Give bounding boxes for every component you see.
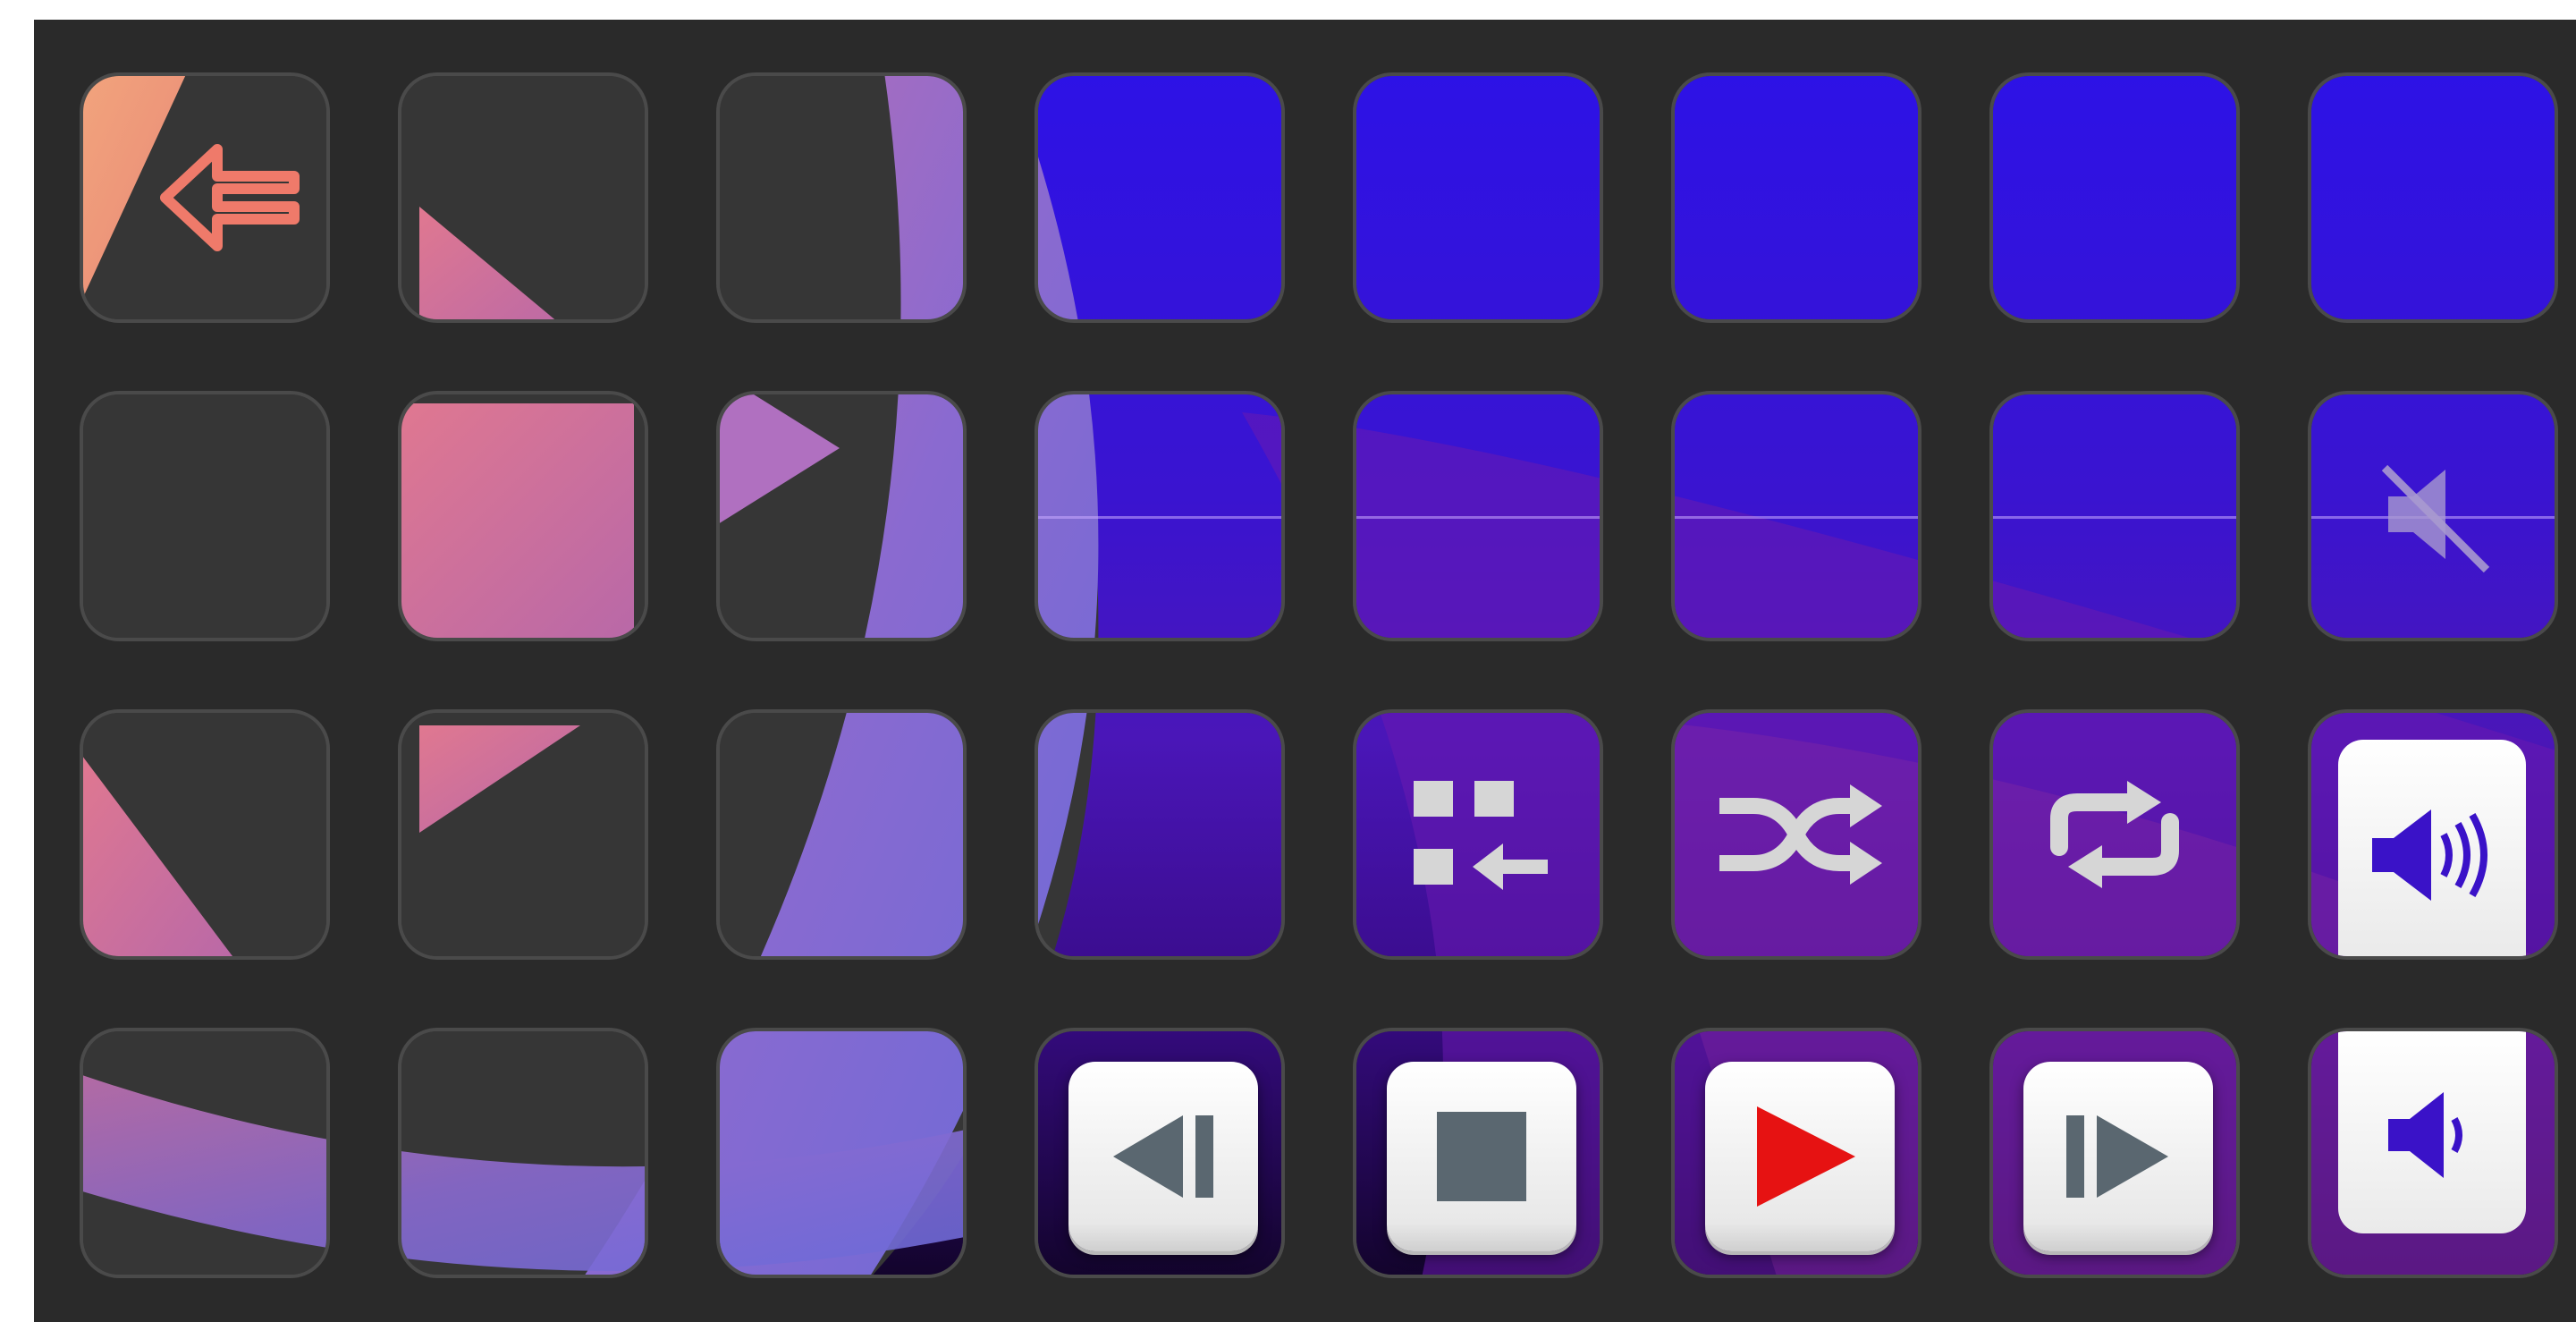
empty-key-r2-c2[interactable]	[398, 391, 648, 641]
empty-key-r2-c3[interactable]	[716, 391, 967, 641]
back-arrow-icon	[83, 76, 326, 319]
add-to-queue-key[interactable]	[1353, 709, 1603, 960]
previous-track-key[interactable]	[1035, 1028, 1285, 1278]
key-background-art	[1038, 76, 1281, 319]
previous-track-button[interactable]	[1068, 1062, 1258, 1251]
empty-key-r1-c8[interactable]	[2308, 72, 2558, 323]
key-background-art	[720, 1031, 963, 1275]
key-background-art	[83, 394, 326, 638]
key-background-art	[720, 394, 963, 638]
empty-key-r3-c4[interactable]	[1035, 709, 1285, 960]
key-background-art	[401, 76, 645, 319]
key-background-art	[83, 713, 326, 956]
empty-key-r1-c4[interactable]	[1035, 72, 1285, 323]
key-background-art	[401, 713, 645, 956]
empty-key-r4-c3[interactable]	[716, 1028, 967, 1278]
empty-key-r2-c7[interactable]	[1989, 391, 2240, 641]
divider-line	[1675, 516, 1918, 519]
empty-key-r1-c5[interactable]	[1353, 72, 1603, 323]
volume-down-icon	[2338, 1092, 2526, 1237]
volume-up-key[interactable]	[2308, 709, 2558, 960]
shuffle-key[interactable]	[1671, 709, 1921, 960]
key-background-art	[1038, 713, 1281, 956]
empty-key-r1-c3[interactable]	[716, 72, 967, 323]
empty-key-r2-c5[interactable]	[1353, 391, 1603, 641]
add-to-queue-icon	[1356, 713, 1600, 956]
empty-key-r1-c7[interactable]	[1989, 72, 2240, 323]
key-background-art	[720, 76, 963, 319]
volume-down-button[interactable]	[2338, 1031, 2526, 1233]
play-key[interactable]	[1671, 1028, 1921, 1278]
mute-icon	[2311, 394, 2555, 638]
key-background-art	[1675, 76, 1918, 319]
play-button[interactable]	[1705, 1062, 1895, 1251]
key-background-art	[1993, 76, 2236, 319]
empty-key-r3-c1[interactable]	[80, 709, 330, 960]
key-background-art	[2311, 76, 2555, 319]
key-background-art	[1356, 76, 1600, 319]
next-track-key[interactable]	[1989, 1028, 2240, 1278]
mute-key[interactable]	[2308, 391, 2558, 641]
key-background-art	[401, 394, 645, 638]
shuffle-icon	[1675, 713, 1918, 956]
empty-key-r3-c2[interactable]	[398, 709, 648, 960]
empty-key-r2-c1[interactable]	[80, 391, 330, 641]
empty-key-r4-c2[interactable]	[398, 1028, 648, 1278]
key-grid	[80, 72, 2562, 1282]
empty-key-r2-c4[interactable]	[1035, 391, 1285, 641]
divider-line	[1993, 516, 2236, 519]
volume-down-key[interactable]	[2308, 1028, 2558, 1278]
key-background-art	[720, 713, 963, 956]
empty-key-r4-c1[interactable]	[80, 1028, 330, 1278]
volume-up-icon	[2338, 809, 2526, 956]
repeat-key[interactable]	[1989, 709, 2240, 960]
key-background-art	[401, 1031, 645, 1275]
repeat-icon	[1993, 713, 2236, 956]
back-key[interactable]	[80, 72, 330, 323]
stop-button[interactable]	[1387, 1062, 1576, 1251]
empty-key-r2-c6[interactable]	[1671, 391, 1921, 641]
empty-key-r1-c2[interactable]	[398, 72, 648, 323]
next-track-button[interactable]	[2023, 1062, 2213, 1251]
stop-key[interactable]	[1353, 1028, 1603, 1278]
empty-key-r3-c3[interactable]	[716, 709, 967, 960]
divider-line	[1038, 516, 1281, 519]
divider-line	[1356, 516, 1600, 519]
empty-key-r1-c6[interactable]	[1671, 72, 1921, 323]
key-background-art	[83, 1031, 326, 1275]
volume-up-button[interactable]	[2338, 740, 2526, 956]
